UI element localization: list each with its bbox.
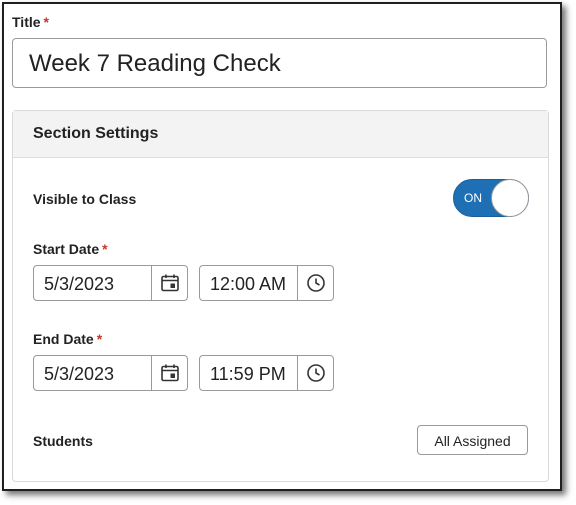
title-input[interactable]: Week 7 Reading Check [12,38,547,88]
title-label: Title * [12,14,49,30]
end-date-input[interactable]: 5/3/2023 [33,355,188,391]
start-time-value: 12:00 AM [210,274,287,294]
start-date-label-text: Start Date [33,241,100,257]
end-time-input[interactable]: 11:59 PM [199,355,334,391]
clock-icon [306,364,325,382]
toggle-state-text: ON [464,191,482,205]
end-date-picker-button[interactable] [151,356,187,390]
section-header: Section Settings [13,111,548,158]
start-date-value: 5/3/2023 [44,274,115,294]
calendar-icon [160,274,179,292]
required-mark: * [96,331,103,347]
end-time-picker-button[interactable] [297,356,333,390]
dialog-frame: Title * Week 7 Reading Check Section Sett… [2,2,562,491]
start-date-label: Start Date * [33,241,108,257]
end-date-value: 5/3/2023 [44,364,115,384]
title-label-text: Title [12,14,41,30]
visible-to-class-label: Visible to Class [33,191,137,207]
required-mark: * [43,14,49,30]
section-settings-panel: Section Settings Visible to Class ON Sta… [12,110,549,482]
start-date-picker-button[interactable] [151,266,187,300]
clock-icon [306,274,325,292]
calendar-icon [160,364,179,382]
start-time-picker-button[interactable] [297,266,333,300]
toggle-knob [491,179,529,217]
students-label: Students [33,433,93,449]
required-mark: * [102,241,108,257]
end-date-label: End Date * [33,331,102,347]
all-assigned-button[interactable]: All Assigned [417,425,528,455]
end-time-value: 11:59 PM [210,364,286,384]
start-time-input[interactable]: 12:00 AM [199,265,334,301]
start-date-input[interactable]: 5/3/2023 [33,265,188,301]
visible-toggle[interactable]: ON [453,179,529,217]
end-date-label-text: End Date [33,331,94,347]
section-title: Section Settings [33,125,159,142]
